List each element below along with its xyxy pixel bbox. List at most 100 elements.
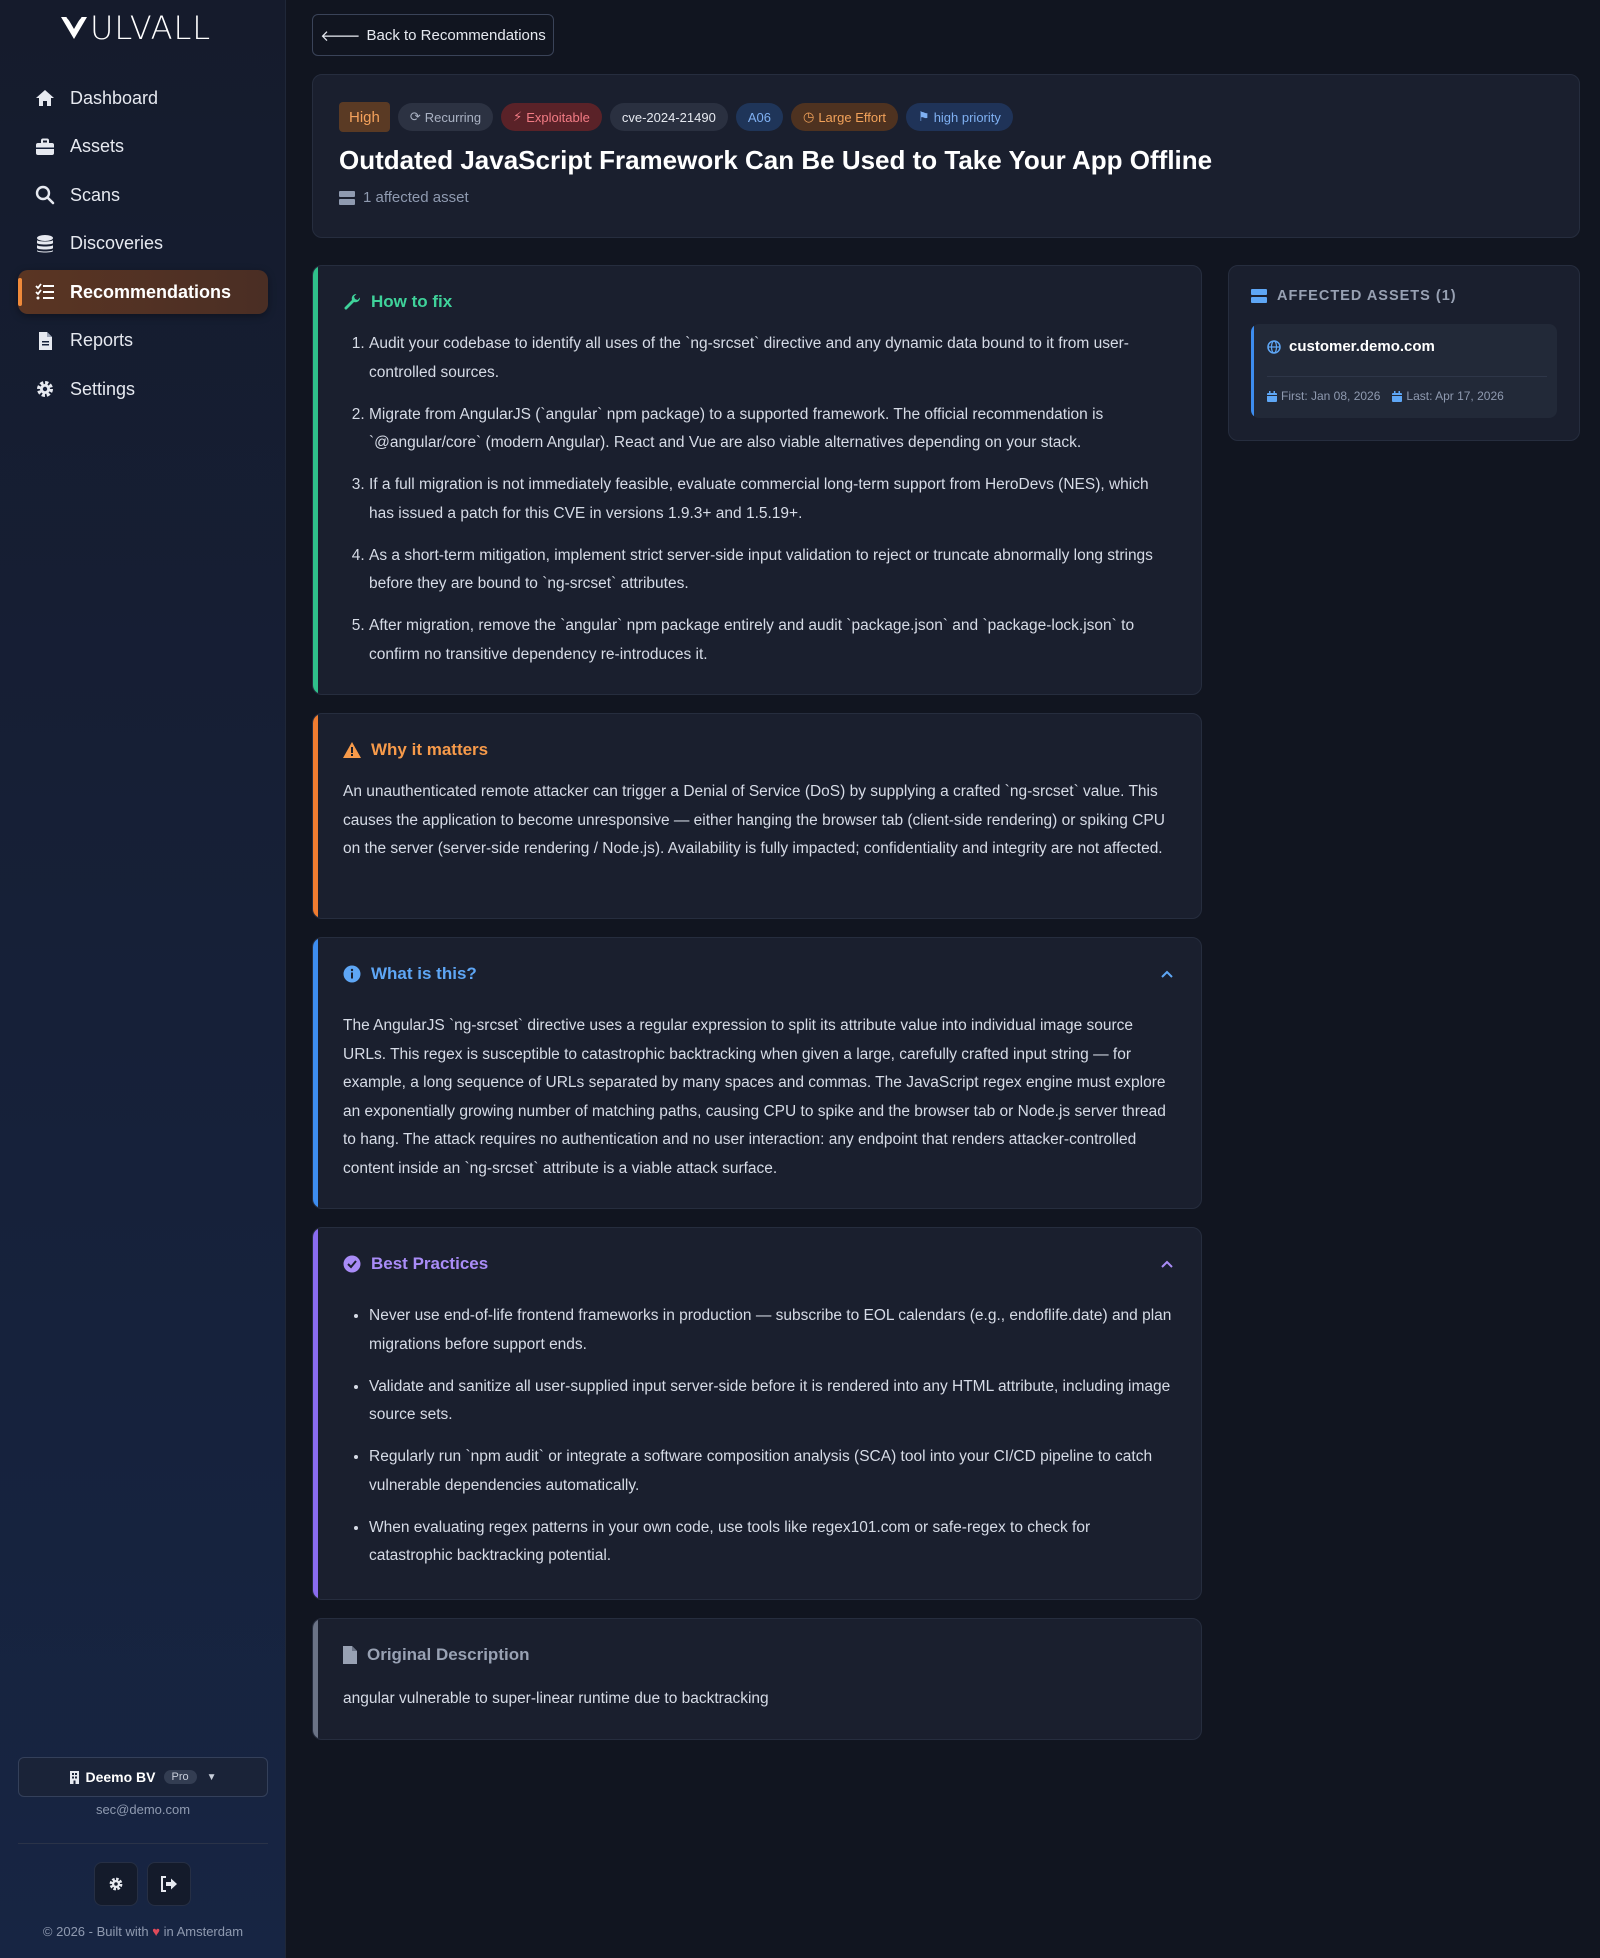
building-icon (69, 1770, 80, 1784)
how-to-fix-heading: How to fix (371, 292, 453, 311)
affected-assets-heading: AFFECTED ASSETS (1) (1277, 288, 1457, 304)
what-is-this-heading: What is this? (371, 964, 477, 983)
footer-suffix: in Amsterdam (163, 1924, 244, 1939)
sidebar-item-label: Recommendations (70, 281, 232, 302)
original-description-text: angular vulnerable to super-linear runti… (343, 1690, 769, 1707)
fix-steps: Audit your codebase to identify all uses… (343, 330, 1175, 669)
file-icon (34, 330, 56, 352)
fix-step: As a short-term mitigation, implement st… (369, 542, 1175, 599)
sidebar-item-label: Dashboard (70, 87, 159, 108)
what-is-this-title[interactable]: What is this? (343, 964, 477, 984)
priority-label: high priority (933, 109, 1001, 125)
arrow-left-icon: 🡐 (320, 27, 361, 45)
chevron-up-icon[interactable] (1159, 1256, 1175, 1272)
why-it-matters-card: Why it matters An unauthenticated remote… (312, 713, 1202, 919)
home-icon (34, 87, 56, 109)
flag-icon: ⚑ (918, 109, 930, 124)
sidebar-item-label: Assets (70, 136, 125, 156)
best-practices-heading: Best Practices (371, 1254, 489, 1273)
page-title: Outdated JavaScript Framework Can Be Use… (339, 145, 1213, 175)
asset-host-label: customer.demo.com (1289, 338, 1435, 355)
back-to-recommendations-button[interactable]: 🡐 Back to Recommendations (312, 14, 554, 56)
asset-dates: First: Jan 08, 2026 Last: Apr 17, 2026 (1267, 389, 1504, 403)
original-description-title: Original Description (343, 1645, 529, 1665)
org-name: Deemo BV (85, 1769, 156, 1785)
sidebar-item-dashboard[interactable]: Dashboard (18, 76, 268, 120)
effort-badge: ◷ Large Effort (790, 103, 899, 131)
calendar-icon (1267, 390, 1277, 402)
cve-badge[interactable]: cve-2024-21490 (609, 103, 728, 131)
bolt-icon: ⚡ (513, 109, 523, 124)
theme-settings-button[interactable] (94, 1862, 138, 1906)
sidebar-item-reports[interactable]: Reports (18, 319, 268, 363)
fix-step: Migrate from AngularJS (`angular` npm pa… (369, 401, 1175, 458)
warning-icon (343, 742, 361, 758)
server-icon (1251, 289, 1267, 303)
fix-step: If a full migration is not immediately f… (369, 471, 1175, 528)
affected-count: 1 affected asset (339, 189, 469, 206)
exploitable-badge: ⚡ Exploitable (501, 103, 602, 131)
original-description-card: Original Description angular vulnerable … (312, 1618, 1202, 1740)
file-icon (343, 1646, 357, 1664)
brand-logo[interactable]: ULVALL (60, 12, 226, 44)
how-to-fix-body: Audit your codebase to identify all uses… (343, 330, 1175, 683)
asset-divider (1267, 376, 1547, 377)
list-check-icon (34, 281, 56, 303)
severity-badge: High (339, 102, 390, 132)
sidebar-item-label: Reports (70, 330, 134, 350)
last-seen: Last: Apr 17, 2026 (1392, 389, 1504, 403)
plan-badge: Pro (163, 1770, 197, 1784)
why-it-matters-heading: Why it matters (371, 740, 489, 759)
sidebar-item-settings[interactable]: Settings (18, 367, 268, 411)
footer-prefix: © 2026 - Built with (42, 1924, 149, 1939)
why-it-matters-title: Why it matters (343, 740, 488, 760)
badge-row: High ⟳ Recurring ⚡ Exploitable cve-2024-… (339, 102, 1013, 132)
owasp-badge: A06 (735, 103, 783, 131)
what-is-this-card: What is this? The AngularJS `ng-srcset` … (312, 937, 1202, 1209)
affected-assets-title: AFFECTED ASSETS (1) (1251, 288, 1457, 304)
affected-assets-panel: AFFECTED ASSETS (1) customer.demo.com Fi… (1228, 265, 1580, 441)
chevron-down-icon: ▼ (206, 1771, 217, 1783)
how-to-fix-title: How to fix (343, 292, 452, 312)
finding-header: High ⟳ Recurring ⚡ Exploitable cve-2024-… (312, 74, 1580, 238)
why-it-matters-text: An unauthenticated remote attacker can t… (343, 783, 1165, 857)
clock-icon: ◷ (802, 109, 815, 124)
first-seen: First: Jan 08, 2026 (1267, 389, 1380, 403)
sidebar-item-label: Discoveries (70, 233, 164, 253)
wrench-icon (343, 293, 361, 311)
how-to-fix-card: How to fix Audit your codebase to identi… (312, 265, 1202, 695)
logout-button[interactable] (147, 1862, 191, 1906)
recurring-label: Recurring (424, 109, 482, 125)
server-icon (339, 190, 355, 205)
asset-list-item[interactable]: customer.demo.com First: Jan 08, 2026 La… (1251, 324, 1557, 418)
logo-mark-icon (61, 16, 87, 39)
database-icon (34, 233, 56, 255)
exploitable-label: Exploitable (526, 109, 590, 125)
what-is-this-text: The AngularJS `ng-srcset` directive uses… (343, 1017, 1166, 1177)
sidebar-item-discoveries[interactable]: Discoveries (18, 222, 268, 266)
list-item: When evaluating regex patterns in your o… (369, 1514, 1175, 1571)
globe-icon (1267, 339, 1281, 354)
sidebar-divider (18, 1843, 268, 1844)
best-practices-title[interactable]: Best Practices (343, 1254, 488, 1274)
refresh-icon: ⟳ (409, 109, 421, 124)
last-seen-label: Last: Apr 17, 2026 (1406, 389, 1504, 403)
first-seen-label: First: Jan 08, 2026 (1281, 389, 1381, 403)
org-switcher[interactable]: Deemo BV Pro ▼ (18, 1757, 268, 1797)
gear-icon (34, 378, 56, 400)
fix-step: After migration, remove the `angular` np… (369, 612, 1175, 669)
sidebar-item-assets[interactable]: Assets (18, 125, 268, 169)
gear-icon (108, 1876, 124, 1892)
asset-host[interactable]: customer.demo.com (1267, 338, 1435, 355)
chevron-up-icon[interactable] (1159, 966, 1175, 982)
brand-name: ULVALL (90, 9, 212, 47)
sidebar-item-recommendations[interactable]: Recommendations (18, 270, 268, 314)
sidebar-item-scans[interactable]: Scans (18, 173, 268, 217)
briefcase-icon (34, 136, 56, 158)
fix-step: Audit your codebase to identify all uses… (369, 330, 1175, 387)
user-email: sec@demo.com (95, 1802, 191, 1817)
footer-credit: © 2026 - Built with ♥ in Amsterdam (18, 1924, 268, 1939)
calendar-icon (1392, 390, 1403, 402)
original-description-heading: Original Description (367, 1645, 530, 1664)
affected-count-label: 1 affected asset (363, 189, 469, 206)
